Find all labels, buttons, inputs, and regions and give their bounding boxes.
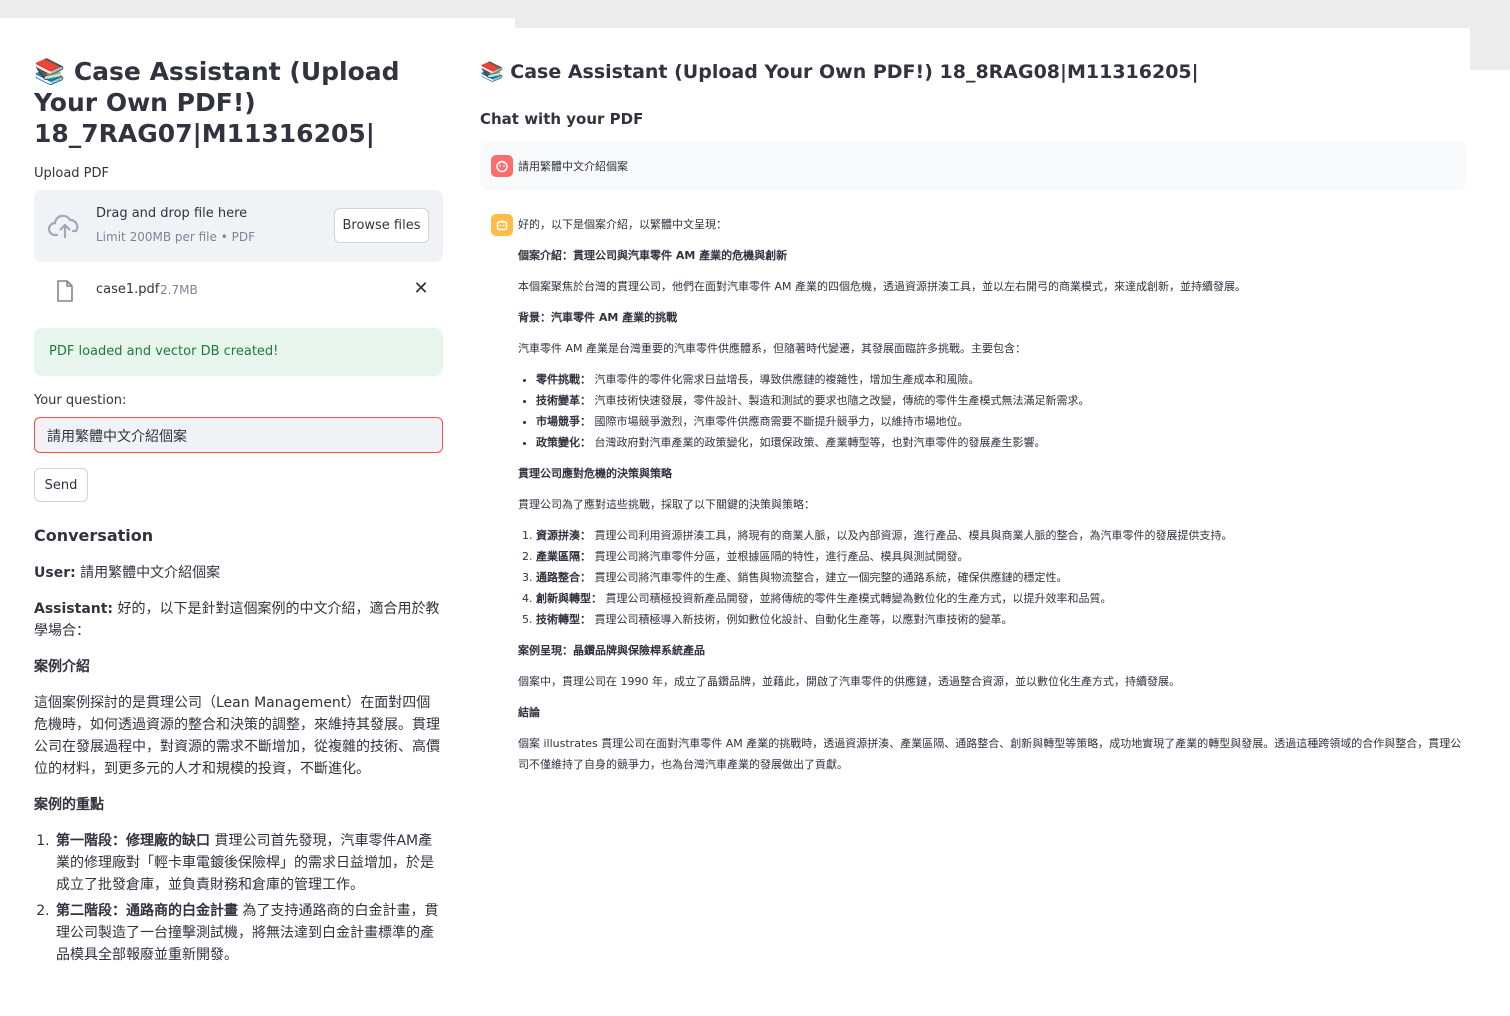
user-prefix: User: — [34, 565, 76, 581]
item-bold: 技術變革： — [536, 394, 591, 407]
section-heading: 結論 — [518, 706, 540, 719]
list-item: 市場競爭： 國際市場競爭激烈，汽車零件供應商需要不斷提升競爭力，以維持市場地位。 — [536, 411, 1464, 432]
user-text: 請用繁體中文介紹個案 — [80, 565, 221, 581]
paragraph: 貫理公司為了應對這些挑戰，採取了以下關鍵的決策與策略： — [518, 498, 815, 511]
list-item: 第一階段：修理廠的缺口 貫理公司首先發現，汽車零件AM產業的修理廠對「輕卡車電鍍… — [54, 830, 443, 896]
item-text: 貫理公司積極投資新產品開發，並將傳統的零件生產模式轉變為數位化的生產方式，以提升… — [602, 592, 1112, 605]
list-item: 政策變化： 台灣政府對汽車產業的政策變化，如環保政策、產業轉型等，也對汽車零件的… — [536, 432, 1464, 453]
item-bold: 政策變化： — [536, 436, 591, 449]
item-text: 台灣政府對汽車產業的政策變化，如環保政策、產業轉型等，也對汽車零件的發展產生影響… — [591, 436, 1046, 449]
user-line: User: 請用繁體中文介紹個案 — [34, 562, 443, 584]
strategy-list: 資源拼湊： 貫理公司利用資源拼湊工具，將現有的商業人脈，以及內部資源，進行產品、… — [536, 525, 1464, 630]
conversation-body: User: 請用繁體中文介紹個案 Assistant: 好的，以下是針對這個案例… — [34, 562, 443, 970]
assistant-chat-message: 好的，以下是個案介紹，以繁體中文呈現： 個案介紹：貫理公司與汽車零件 AM 產業… — [518, 214, 1464, 785]
item-bold: 零件挑戰： — [536, 373, 591, 386]
item-bold: 資源拼湊： — [536, 529, 591, 542]
item-bold: 第一階段：修理廠的缺口 — [56, 833, 210, 849]
item-text: 貫理公司將汽車零件分區，並根據區隔的特性，進行產品、模具與測試開發。 — [591, 550, 969, 563]
section-heading: 貫理公司應對危機的決策與策略 — [518, 467, 672, 480]
cloud-upload-icon — [48, 214, 79, 239]
list-item: 創新與轉型： 貫理公司積極投資新產品開發，並將傳統的零件生產模式轉變為數位化的生… — [536, 588, 1464, 609]
background-strip — [515, 0, 1510, 28]
conversation-heading: Conversation — [34, 526, 154, 545]
close-icon[interactable]: ✕ — [412, 280, 430, 298]
item-text: 國際市場競爭激烈，汽車零件供應商需要不斷提升競爭力，以維持市場地位。 — [591, 415, 969, 428]
list-item: 第二階段：通路商的白金計畫 為了支持通路商的白金計畫，貫理公司製造了一台撞擊測試… — [54, 900, 443, 966]
paragraph: 本個案聚焦於台灣的貫理公司，他們在面對汽車零件 AM 產業的四個危機，透過資源拼… — [518, 280, 1247, 293]
user-chat-message: 請用繁體中文介紹個案 — [480, 142, 1466, 190]
file-icon — [57, 280, 73, 302]
uploaded-file-row: case1.pdf 2.7MB ✕ — [34, 274, 443, 308]
paragraph: 個案中，貫理公司在 1990 年，成立了晶鑽品牌，並藉此，開啟了汽車零件的供應鏈… — [518, 675, 1180, 688]
assistant-prefix: Assistant: — [34, 601, 114, 617]
paragraph: 汽車零件 AM 產業是台灣重要的汽車零件供應體系，但隨著時代變遷，其發展面臨許多… — [518, 342, 1027, 355]
user-message-text: 請用繁體中文介紹個案 — [518, 160, 628, 173]
upload-label: Upload PDF — [34, 166, 110, 181]
list-item: 零件挑戰： 汽車零件的零件化需求日益增長，導致供應鏈的複雜性，增加生產成本和風險… — [536, 369, 1464, 390]
background-strip — [1470, 28, 1510, 70]
right-app-panel: 📚 Case Assistant (Upload Your Own PDF!) … — [480, 28, 1470, 1016]
dropzone-limit: Limit 200MB per file • PDF — [96, 230, 255, 244]
question-input[interactable]: 請用繁體中文介紹個案 — [34, 417, 443, 453]
success-alert: PDF loaded and vector DB created! — [34, 328, 443, 376]
page-title: 📚 Case Assistant (Upload Your Own PDF!) … — [34, 57, 400, 148]
background-strip — [0, 0, 515, 18]
list-item: 技術變革： 汽車技術快速發展，零件設計、製造和測試的要求也隨之改變，傳統的零件生… — [536, 390, 1464, 411]
list-item: 技術轉型： 貫理公司積極導入新技術，例如數位化設計、自動化生產等，以應對汽車技術… — [536, 609, 1464, 630]
item-bold: 技術轉型： — [536, 613, 591, 626]
send-button[interactable]: Send — [34, 468, 88, 502]
paragraph: 個案 illustrates 貫理公司在面對汽車零件 AM 產業的挑戰時，透過資… — [518, 737, 1462, 771]
list-item: 通路整合： 貫理公司將汽車零件的生產、銷售與物流整合，建立一個完整的通路系統，確… — [536, 567, 1464, 588]
item-text: 貫理公司積極導入新技術，例如數位化設計、自動化生產等，以應對汽車技術的變革。 — [591, 613, 1013, 626]
paragraph: 這個案例探討的是貫理公司（Lean Management）在面對四個危機時，如何… — [34, 695, 440, 777]
section-heading: 背景：汽車零件 AM 產業的挑戰 — [518, 311, 678, 324]
chat-subtitle: Chat with your PDF — [480, 110, 644, 128]
file-dropzone[interactable]: Drag and drop file here Limit 200MB per … — [34, 190, 443, 262]
list-item: 產業區隔： 貫理公司將汽車零件分區，並根據區隔的特性，進行產品、模具與測試開發。 — [536, 546, 1464, 567]
section-heading: 案例的重點 — [34, 797, 104, 813]
section-heading: 案例呈現：晶鑽品牌與保險桿系統產品 — [518, 644, 705, 657]
file-size: 2.7MB — [160, 283, 198, 297]
left-app-panel: 📚 Case Assistant (Upload Your Own PDF!) … — [0, 18, 478, 1016]
item-bold: 第二階段：通路商的白金計畫 — [56, 903, 238, 919]
section-heading: 案例介紹 — [34, 659, 90, 675]
assistant-line: Assistant: 好的，以下是針對這個案例的中文介紹，適合用於教學場合： — [34, 598, 443, 642]
question-label: Your question: — [34, 393, 127, 408]
item-bold: 市場競爭： — [536, 415, 591, 428]
item-bold: 產業區隔： — [536, 550, 591, 563]
list-item: 資源拼湊： 貫理公司利用資源拼湊工具，將現有的商業人脈，以及內部資源，進行產品、… — [536, 525, 1464, 546]
item-bold: 創新與轉型： — [536, 592, 602, 605]
item-text: 貫理公司將汽車零件的生產、銷售與物流整合，建立一個完整的通路系統，確保供應鏈的穩… — [591, 571, 1068, 584]
section-heading: 個案介紹：貫理公司與汽車零件 AM 產業的危機與創新 — [518, 249, 788, 262]
key-points-list: 第一階段：修理廠的缺口 貫理公司首先發現，汽車零件AM產業的修理廠對「輕卡車電鍍… — [54, 830, 443, 966]
bot-intro: 好的，以下是個案介紹，以繁體中文呈現： — [518, 218, 727, 231]
file-name: case1.pdf — [96, 282, 160, 297]
item-text: 汽車技術快速發展，零件設計、製造和測試的要求也隨之改變，傳統的零件生產模式無法滿… — [591, 394, 1090, 407]
item-text: 汽車零件的零件化需求日益增長，導致供應鏈的複雜性，增加生產成本和風險。 — [591, 373, 980, 386]
user-avatar-icon — [491, 155, 513, 177]
challenges-list: 零件挑戰： 汽車零件的零件化需求日益增長，導致供應鏈的複雜性，增加生產成本和風險… — [536, 369, 1464, 453]
item-bold: 通路整合： — [536, 571, 591, 584]
dropzone-text: Drag and drop file here — [96, 206, 248, 221]
page-title: 📚 Case Assistant (Upload Your Own PDF!) … — [480, 61, 1199, 83]
bot-avatar-icon — [491, 214, 513, 236]
browse-files-button[interactable]: Browse files — [334, 208, 429, 243]
item-text: 貫理公司利用資源拼湊工具，將現有的商業人脈，以及內部資源，進行產品、模具與商業人… — [591, 529, 1233, 542]
